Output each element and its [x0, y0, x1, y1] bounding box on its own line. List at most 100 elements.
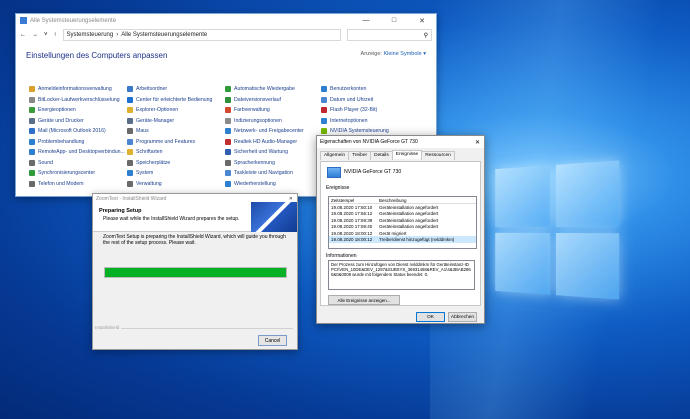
- installshield-brand: InstallShield: [95, 325, 119, 330]
- control-panel-item-label: Schriftarten: [136, 149, 163, 155]
- control-panel-item[interactable]: Geräte-Manager: [127, 116, 225, 127]
- control-panel-item[interactable]: Verwaltung: [127, 179, 225, 190]
- control-panel-item-label: Internetoptionen: [330, 118, 368, 124]
- control-panel-item[interactable]: Spracherkennung: [225, 158, 321, 169]
- control-panel-item-label: Synchronisierungscenter: [38, 170, 95, 176]
- display-adapter-icon: [327, 167, 341, 178]
- control-panel-item-label: Datum und Uhrzeit: [330, 97, 373, 103]
- control-panel-item[interactable]: BitLocker-Laufwerkverschlüsselung: [29, 95, 127, 106]
- control-panel-item[interactable]: Mail (Microsoft Outlook 2016): [29, 126, 127, 137]
- control-panel-item-label: Flash Player (32-Bit): [330, 107, 377, 113]
- applet-icon: [127, 139, 133, 145]
- control-panel-item-label: Indizierungsoptionen: [234, 118, 282, 124]
- control-panel-item-label: Telefon und Modem: [38, 181, 84, 187]
- control-panel-item[interactable]: Taskleiste und Navigation: [225, 168, 321, 179]
- control-panel-item[interactable]: Telefon und Modem: [29, 179, 127, 190]
- info-text[interactable]: Der Prozess zum Hinzufügen von Dienst nv…: [328, 260, 475, 290]
- control-panel-item[interactable]: Synchronisierungscenter: [29, 168, 127, 179]
- event-time: 19.08.2020 17:56:12: [331, 211, 379, 216]
- event-time: 19.08.2020 17:59:39: [331, 218, 379, 223]
- control-panel-item-label: Mail (Microsoft Outlook 2016): [38, 128, 106, 134]
- control-panel-item-label: Geräte-Manager: [136, 118, 174, 124]
- view-by-dropdown[interactable]: Kleine Symbole: [383, 51, 421, 57]
- minimize-icon[interactable]: —: [352, 17, 380, 25]
- control-panel-item[interactable]: Wiederherstellung: [225, 179, 321, 190]
- control-panel-item[interactable]: Internetoptionen: [321, 116, 421, 127]
- control-panel-item[interactable]: Schriftarten: [127, 147, 225, 158]
- forward-arrow-icon[interactable]: →: [32, 32, 38, 38]
- address-field[interactable]: Systemsteuerung › Alle Systemsteuerungse…: [63, 29, 341, 41]
- dropdown-arrow-icon[interactable]: ▾: [423, 51, 426, 57]
- control-panel-item[interactable]: Arbeitsordner: [127, 84, 225, 95]
- control-panel-item[interactable]: System: [127, 168, 225, 179]
- control-panel-item[interactable]: Automatische Wiedergabe: [225, 84, 321, 95]
- installshield-title: ZoomText - InstallShield Wizard: [96, 196, 166, 202]
- control-panel-item-label: NVIDIA Systemsteuerung: [330, 128, 389, 134]
- control-panel-item-label: Taskleiste und Navigation: [234, 170, 293, 176]
- breadcrumb-current[interactable]: Alle Systemsteuerungselemente: [121, 32, 207, 38]
- installshield-header: Preparing Setup Please wait while the In…: [93, 204, 297, 232]
- header-title: Preparing Setup: [99, 208, 141, 214]
- events-list[interactable]: Zeitstempel Beschreibung 19.08.2020 17:5…: [328, 196, 477, 249]
- applet-icon: [127, 107, 133, 113]
- event-desc: Treiberdienst hinzugefügt (nvlddmkm): [379, 237, 454, 242]
- event-row[interactable]: 19.08.2020 18:00:12 Treiberdienst hinzuge…: [329, 236, 476, 242]
- applet-icon: [29, 118, 35, 124]
- event-time: 19.08.2020 18:00:12: [331, 231, 379, 236]
- control-panel-item[interactable]: Geräte und Drucker: [29, 116, 127, 127]
- applet-icon: [225, 128, 231, 134]
- control-panel-item[interactable]: Speicherplätze: [127, 158, 225, 169]
- control-panel-item[interactable]: Indizierungsoptionen: [225, 116, 321, 127]
- ok-button[interactable]: OK: [416, 312, 445, 322]
- applet-icon: [29, 97, 35, 103]
- control-panel-item[interactable]: Datum und Uhrzeit: [321, 95, 421, 106]
- col-time[interactable]: Zeitstempel: [331, 198, 379, 203]
- close-icon[interactable]: ✕: [475, 139, 480, 146]
- control-panel-item-label: Automatische Wiedergabe: [234, 86, 295, 92]
- header-subtitle: Please wait while the InstallShield Wiza…: [103, 216, 239, 222]
- maximize-icon[interactable]: □: [380, 17, 408, 25]
- applet-icon: [225, 107, 231, 113]
- control-panel-item[interactable]: Energieoptionen: [29, 105, 127, 116]
- control-panel-item[interactable]: Center für erleichterte Bedienung: [127, 95, 225, 106]
- col-desc[interactable]: Beschreibung: [379, 198, 407, 203]
- tab-treiber[interactable]: Treiber: [348, 151, 371, 160]
- back-arrow-icon[interactable]: ←: [20, 32, 26, 38]
- control-panel-item[interactable]: Benutzerkonten: [321, 84, 421, 95]
- control-panel-item-label: Sound: [38, 160, 53, 166]
- up-arrow-icon[interactable]: ↑: [54, 32, 57, 38]
- event-desc: Geräteinstallation angefordert: [379, 224, 438, 229]
- tab-ereignisse[interactable]: Ereignisse: [392, 150, 422, 159]
- control-panel-item[interactable]: Programme und Features: [127, 137, 225, 148]
- control-panel-item[interactable]: Sound: [29, 158, 127, 169]
- control-panel-item[interactable]: Explorer-Optionen: [127, 105, 225, 116]
- control-panel-item-label: Wiederherstellung: [234, 181, 276, 187]
- control-panel-item[interactable]: Realtek HD Audio-Manager: [225, 137, 321, 148]
- control-panel-item[interactable]: Sicherheit und Wartung: [225, 147, 321, 158]
- control-panel-item[interactable]: Dateiversionsverlauf: [225, 95, 321, 106]
- control-panel-item[interactable]: Netzwerk- und Freigabecenter: [225, 126, 321, 137]
- event-time: 19.08.2020 18:00:12: [331, 237, 379, 242]
- tab-allgemein[interactable]: Allgemein: [320, 151, 349, 160]
- control-panel-item[interactable]: Problembehandlung: [29, 137, 127, 148]
- search-input[interactable]: ⚲: [347, 29, 432, 41]
- control-panel-item[interactable]: Anmeldeinformationsverwaltung: [29, 84, 127, 95]
- control-panel-item-label: Center für erleichterte Bedienung: [136, 97, 212, 103]
- control-panel-item[interactable]: Farbverwaltung: [225, 105, 321, 116]
- control-panel-item-label: Verwaltung: [136, 181, 162, 187]
- divider: [121, 328, 293, 329]
- control-panel-item[interactable]: Flash Player (32-Bit): [321, 105, 421, 116]
- breadcrumb-root[interactable]: Systemsteuerung: [67, 32, 114, 38]
- tab-ressourcen[interactable]: Ressourcen: [421, 151, 455, 160]
- all-events-button[interactable]: Alle Ereignisse anzeigen...: [328, 295, 400, 305]
- cancel-button[interactable]: Cancel: [258, 335, 287, 346]
- control-panel-item[interactable]: RemoteApp- und Desktopverbindun...: [29, 147, 127, 158]
- control-panel-item[interactable]: Maus: [127, 126, 225, 137]
- applet-icon: [29, 160, 35, 166]
- cancel-button[interactable]: Abbrechen: [448, 312, 477, 322]
- chevron-down-icon[interactable]: ˅: [44, 32, 48, 38]
- close-icon[interactable]: ✕: [408, 17, 436, 25]
- control-panel-titlebar: Alle Systemsteuerungselemente — □ ✕: [16, 14, 436, 27]
- tab-details[interactable]: Details: [370, 151, 393, 160]
- page-title: Einstellungen des Computers anpassen: [26, 51, 167, 60]
